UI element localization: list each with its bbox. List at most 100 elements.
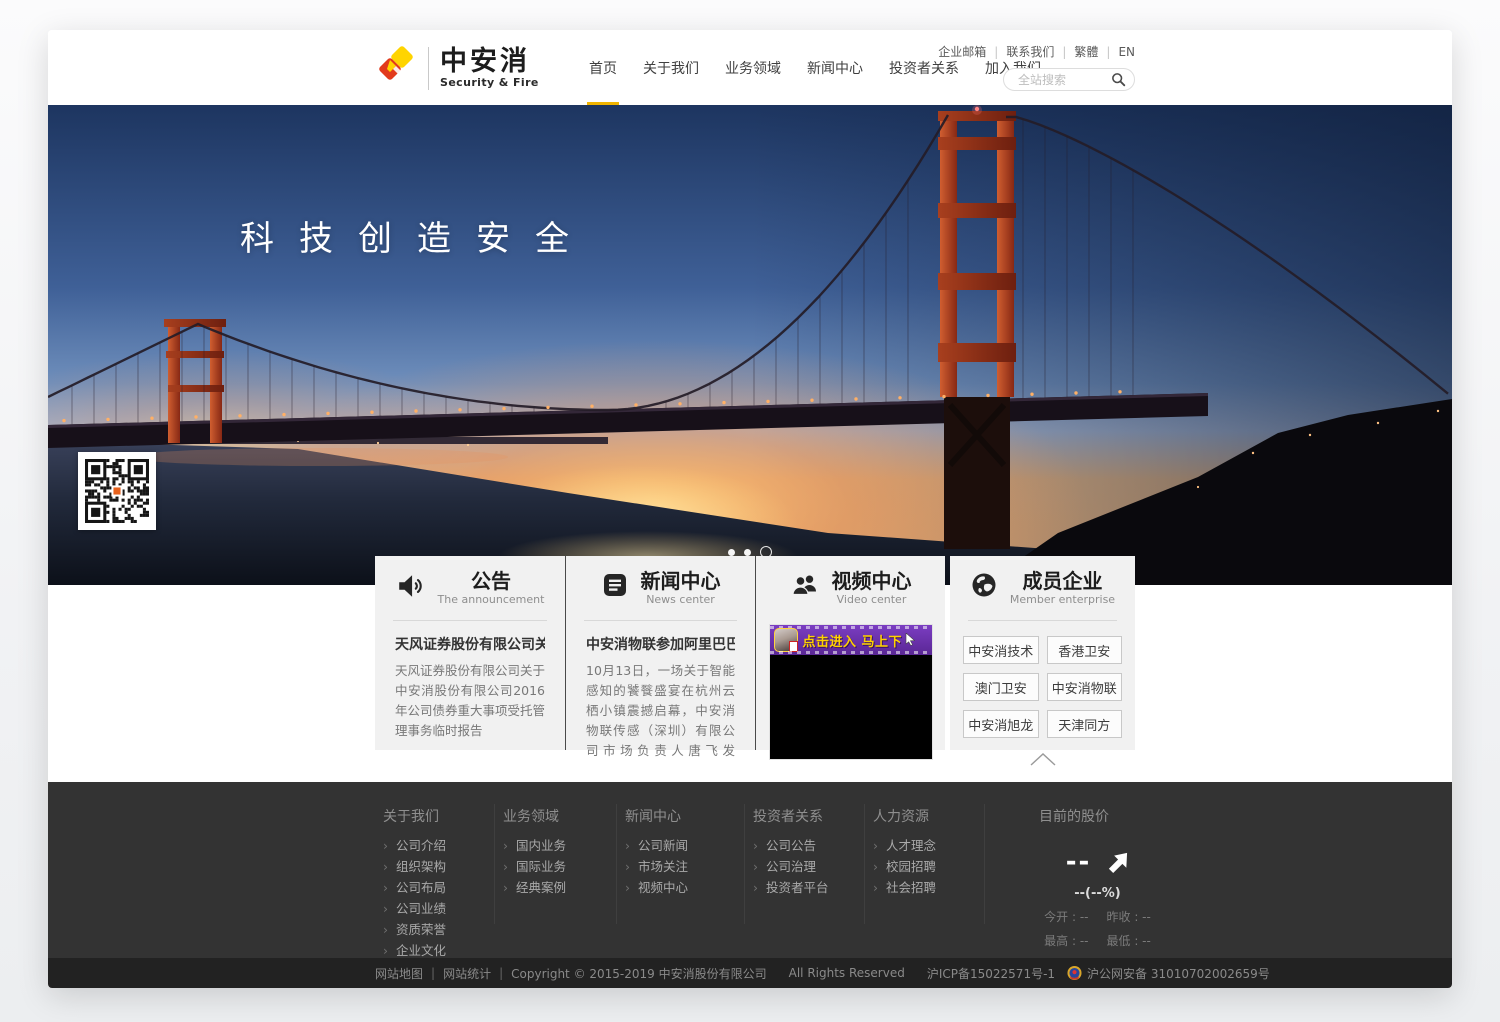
carousel-dot-2[interactable] (744, 549, 751, 556)
footer-col-hr: 人力资源 人才理念 校园招聘 社会招聘 (873, 806, 936, 898)
hero-bridge-image (48, 105, 1452, 585)
footer-link[interactable]: 市场关注 (625, 856, 688, 877)
panel-title: 成员企业 (1010, 570, 1115, 592)
bottom-bar: 网站地图 | 网站统计 | Copyright © 2015-2019 中安消股… (48, 958, 1452, 988)
news-item-title[interactable]: 中安消物联参加阿里巴巴云栖.. (586, 634, 735, 654)
top-link-mail[interactable]: 企业邮箱 (938, 43, 1006, 60)
panel-news-header: 新闻中心 News center (566, 556, 755, 612)
footer-divider (744, 804, 745, 924)
site-stats-link[interactable]: 网站统计 (443, 965, 491, 982)
logo-text: 中安消 Security & Fire (440, 47, 539, 89)
top-link-en[interactable]: EN (1118, 45, 1135, 59)
panel-video-header: 视频中心 Video center (756, 556, 945, 612)
footer-col-title: 投资者关系 (753, 806, 829, 826)
logo-title: 中安消 (440, 47, 539, 76)
footer-link[interactable]: 资质荣誉 (383, 919, 446, 940)
footer-link[interactable]: 社会招聘 (873, 877, 936, 898)
speaker-icon (396, 571, 426, 605)
panel-title: 公告 (438, 570, 545, 592)
footer-divider (984, 804, 985, 924)
stock-change: --(--%) (1015, 886, 1180, 901)
panel-title: 新闻中心 (641, 570, 721, 592)
nav-item-about[interactable]: 关于我们 (630, 30, 712, 105)
nav-item-business[interactable]: 业务领域 (712, 30, 794, 105)
member-button-2[interactable]: 香港卫安 (1047, 636, 1123, 664)
security-record-link[interactable]: 沪公网安备 31010702002659号 (1087, 965, 1270, 982)
news-item-body: 10月13日，一场关于智能感知的饕餮盛宴在杭州云栖小镇震撼启幕，中安消物联传感（… (586, 661, 735, 763)
stock-arrow-icon[interactable] (1106, 851, 1129, 874)
panel-news: 新闻中心 News center 中安消物联参加阿里巴巴云栖.. 10月13日，… (565, 556, 755, 750)
panel-members-header: 成员企业 Member enterprise (950, 556, 1135, 612)
stock-high: 最高 : -- (1044, 932, 1088, 949)
police-badge-icon (1067, 965, 1082, 981)
footer-link[interactable]: 视频中心 (625, 877, 688, 898)
footer-col-news: 新闻中心 公司新闻 市场关注 视频中心 (625, 806, 688, 898)
panel-video: 视频中心 Video center 点击进入 马上下 (755, 556, 945, 750)
news-icon (601, 571, 629, 603)
nav-item-news[interactable]: 新闻中心 (794, 30, 876, 105)
footer-col-business: 业务领域 国内业务 国际业务 经典案例 (503, 806, 566, 898)
footer-divider (616, 804, 617, 924)
cursor-icon (905, 631, 915, 650)
separator: | (431, 966, 435, 980)
site-search (1003, 68, 1135, 91)
footer-link[interactable]: 公司公告 (753, 835, 829, 856)
feature-panels: 公告 The announcement 天风证券股份有限公司关于中.. 天风证券… (375, 556, 1137, 750)
search-input[interactable] (1016, 72, 1111, 88)
member-button-4[interactable]: 中安消物联 (1047, 673, 1123, 701)
footer-link[interactable]: 校园招聘 (873, 856, 936, 877)
member-grid: 中安消技术 香港卫安 澳门卫安 中安消物联 中安消旭龙 天津同方 (950, 621, 1135, 738)
icp-link[interactable]: 沪ICP备15022571号-1 (927, 965, 1055, 982)
footer-col-about: 关于我们 公司介绍 组织架构 公司布局 公司业绩 资质荣誉 企业文化 (383, 806, 446, 961)
footer-link[interactable]: 公司新闻 (625, 835, 688, 856)
panel-news-body: 中安消物联参加阿里巴巴云栖.. 10月13日，一场关于智能感知的饕餮盛宴在杭州云… (566, 621, 755, 763)
logo-subtitle: Security & Fire (440, 76, 539, 89)
member-button-3[interactable]: 澳门卫安 (963, 673, 1039, 701)
footer-link[interactable]: 国内业务 (503, 835, 566, 856)
footer-link[interactable]: 经典案例 (503, 877, 566, 898)
top-link-contact[interactable]: 联系我们 (1006, 43, 1074, 60)
video-banner-text: 点击进入 马上下 (803, 631, 903, 650)
footer-link[interactable]: 公司介绍 (383, 835, 446, 856)
footer-link[interactable]: 公司治理 (753, 856, 829, 877)
member-button-1[interactable]: 中安消技术 (963, 636, 1039, 664)
footer-link[interactable]: 公司布局 (383, 877, 446, 898)
people-icon (790, 571, 820, 603)
member-button-5[interactable]: 中安消旭龙 (963, 710, 1039, 738)
video-thumbnail[interactable]: 点击进入 马上下 (769, 624, 933, 760)
footer-link[interactable]: 国际业务 (503, 856, 566, 877)
nav-item-home[interactable]: 首页 (576, 30, 630, 105)
panel-subtitle: News center (641, 593, 721, 606)
panel-subtitle: The announcement (438, 593, 545, 606)
panel-subtitle: Member enterprise (1010, 593, 1115, 606)
panel-announcement: 公告 The announcement 天风证券股份有限公司关于中.. 天风证券… (375, 556, 565, 750)
site-header: 中安消 Security & Fire 首页 关于我们 业务领域 新闻中心 投资… (48, 30, 1452, 105)
top-link-traditional[interactable]: 繁體 (1074, 43, 1118, 60)
footer-col-title: 业务领域 (503, 806, 566, 826)
footer-col-title: 新闻中心 (625, 806, 688, 826)
footer-col-title: 关于我们 (383, 806, 446, 826)
footer-col-investor: 投资者关系 公司公告 公司治理 投资者平台 (753, 806, 829, 898)
site-page: 中安消 Security & Fire 首页 关于我们 业务领域 新闻中心 投资… (48, 30, 1452, 988)
search-icon[interactable] (1111, 72, 1126, 87)
carousel-dot-1[interactable] (728, 549, 735, 556)
footer-divider (864, 804, 865, 924)
hero-carousel: 科技创造安全 (48, 105, 1452, 585)
video-avatar (774, 628, 798, 652)
member-button-6[interactable]: 天津同方 (1047, 710, 1123, 738)
panel-title: 视频中心 (832, 570, 912, 592)
panel-members: 成员企业 Member enterprise 中安消技术 香港卫安 澳门卫安 中… (950, 556, 1135, 750)
sitemap-link[interactable]: 网站地图 (375, 965, 423, 982)
hero-headline: 科技创造安全 (240, 211, 594, 260)
logo-divider (428, 47, 429, 90)
announcement-item-body: 天风证券股份有限公司关于中安消股份有限公司2016年公司债券重大事项受托管理事务… (395, 661, 545, 741)
footer-link[interactable]: 公司业绩 (383, 898, 446, 919)
logo[interactable]: 中安消 Security & Fire (375, 45, 539, 91)
footer-divider (494, 804, 495, 924)
announcement-item-title[interactable]: 天风证券股份有限公司关于中.. (395, 634, 545, 654)
chevron-up-icon[interactable] (1030, 753, 1056, 766)
separator: | (499, 966, 503, 980)
footer-link[interactable]: 人才理念 (873, 835, 936, 856)
footer-link[interactable]: 组织架构 (383, 856, 446, 877)
footer-link[interactable]: 投资者平台 (753, 877, 829, 898)
